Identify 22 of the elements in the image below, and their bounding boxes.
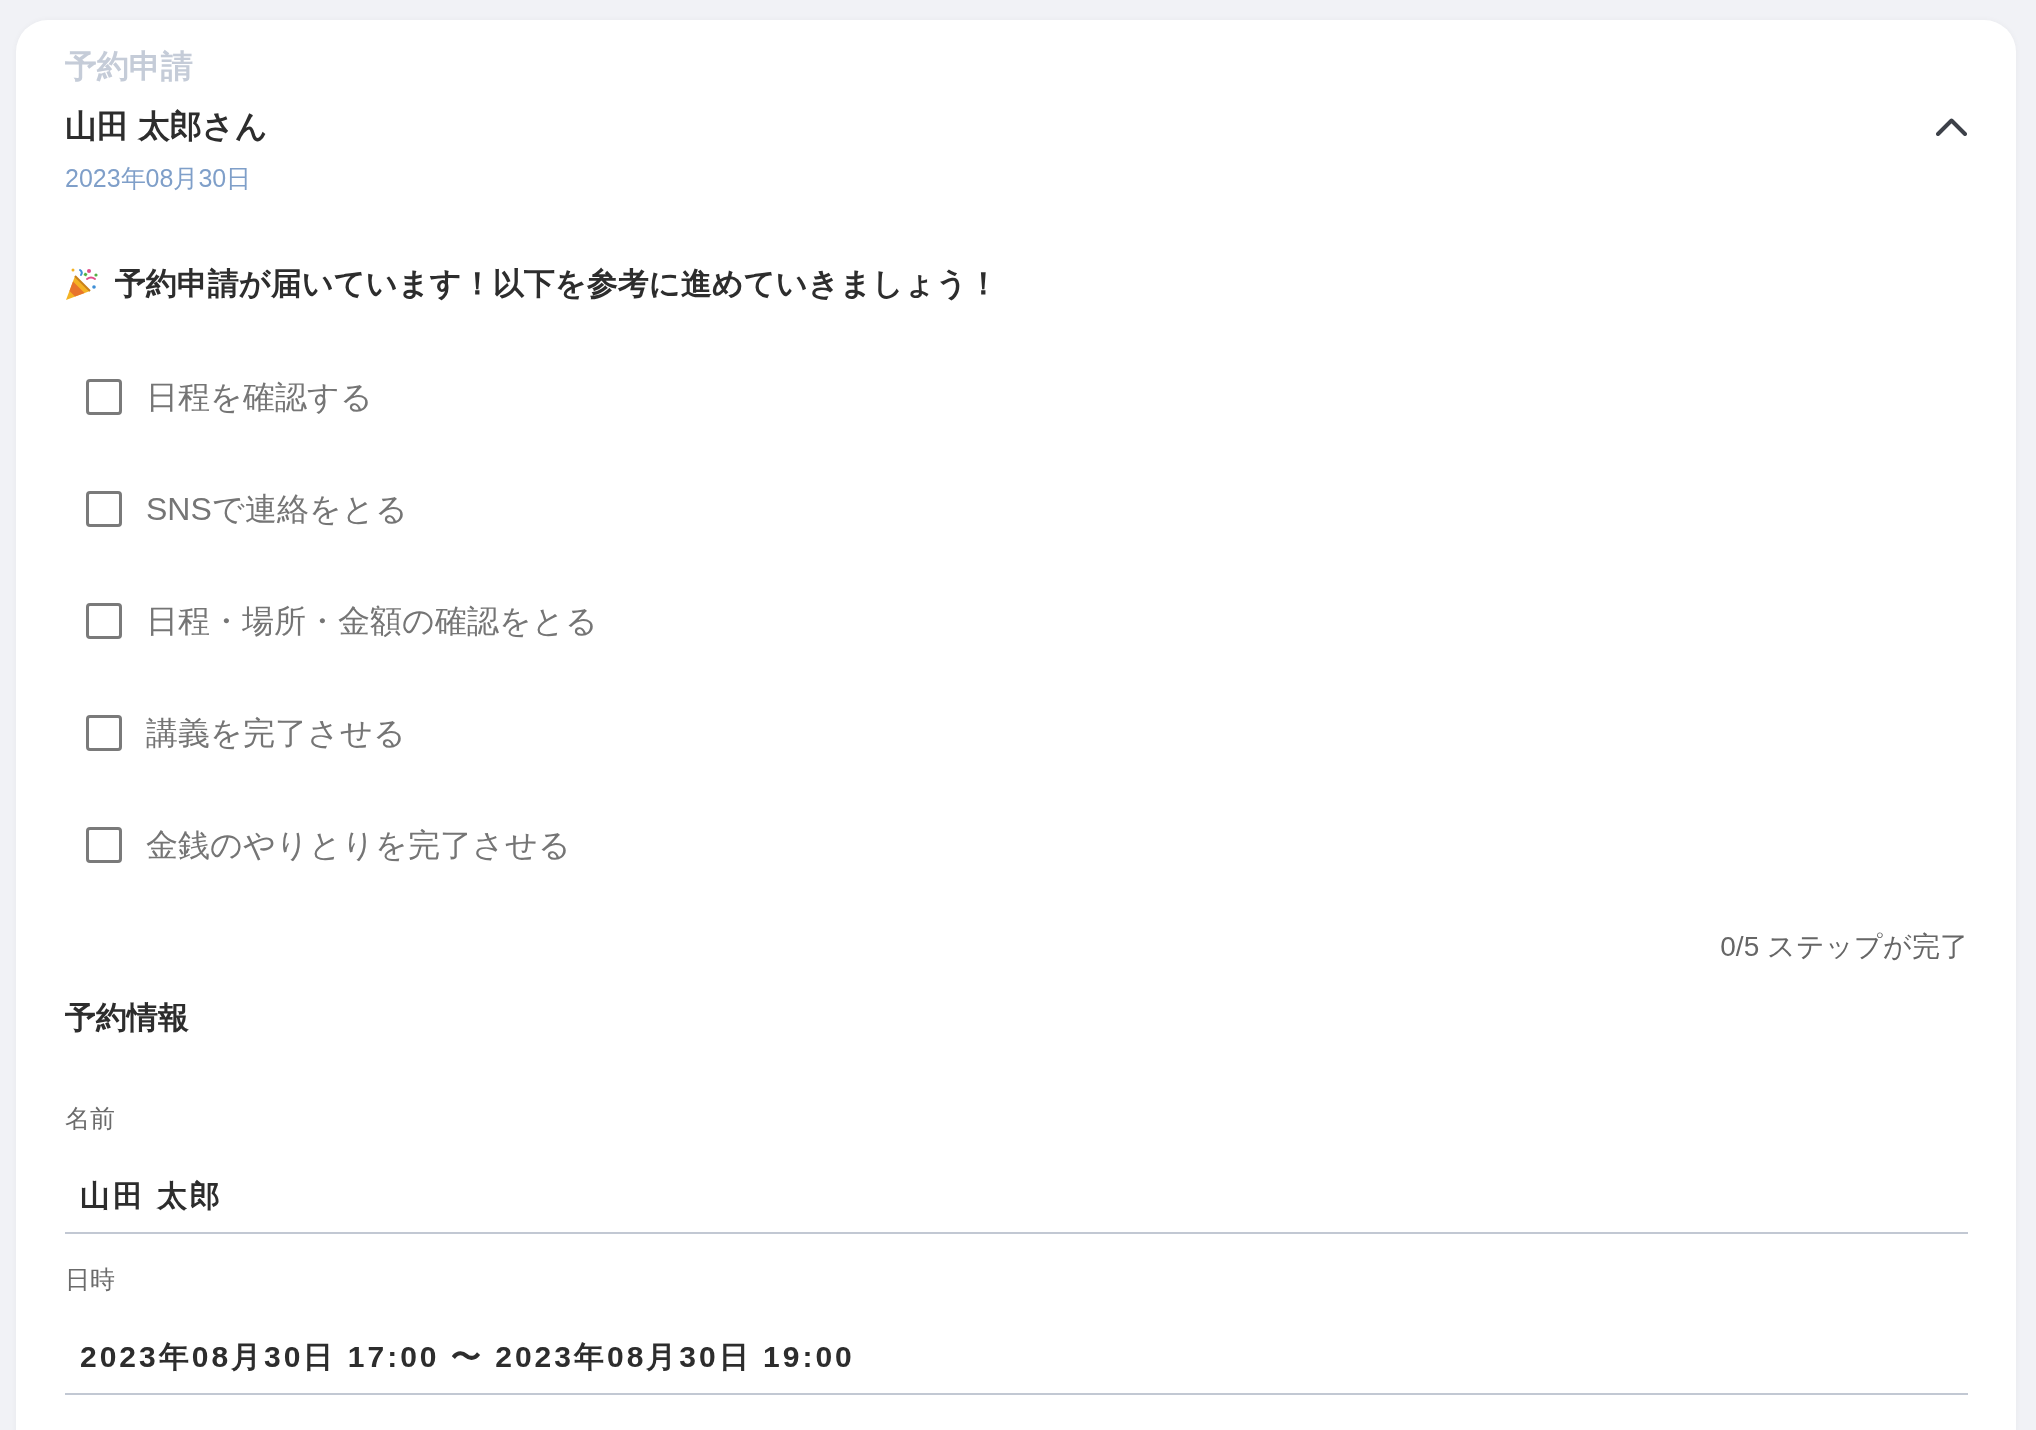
section-title: 予約情報 bbox=[65, 999, 189, 1037]
request-date: 2023年08月30日 bbox=[65, 163, 252, 194]
checklist-label: 日程を確認する bbox=[146, 378, 373, 417]
chevron-up-icon[interactable] bbox=[1936, 118, 1967, 136]
field-label: 名前 bbox=[65, 1103, 115, 1134]
text-field[interactable]: 山田 太郎 bbox=[65, 1158, 1968, 1234]
checklist-label: 講義を完了させる bbox=[146, 714, 406, 753]
announcement-text: 予約申請が届いています！以下を参考に進めていきましょう！ bbox=[115, 265, 999, 303]
checkbox[interactable] bbox=[86, 379, 122, 415]
checklist-label: SNSで連絡をとる bbox=[146, 490, 408, 529]
checkbox[interactable] bbox=[86, 715, 122, 751]
requester-name: 山田 太郎さん bbox=[65, 107, 268, 146]
checkbox[interactable] bbox=[86, 827, 122, 863]
checklist-label: 金銭のやりとりを完了させる bbox=[146, 826, 571, 865]
field-label: 日時 bbox=[65, 1264, 115, 1295]
text-field[interactable]: 2023年08月30日 17:00 〜 2023年08月30日 19:00 bbox=[65, 1319, 1968, 1395]
party-popper-icon bbox=[65, 267, 99, 301]
progress-text: 0/5 ステップが完了 bbox=[1720, 930, 1968, 964]
checklist-label: 日程・場所・金額の確認をとる bbox=[146, 602, 598, 641]
category-label: 予約申請 bbox=[65, 47, 193, 86]
checkbox[interactable] bbox=[86, 603, 122, 639]
checkbox[interactable] bbox=[86, 491, 122, 527]
